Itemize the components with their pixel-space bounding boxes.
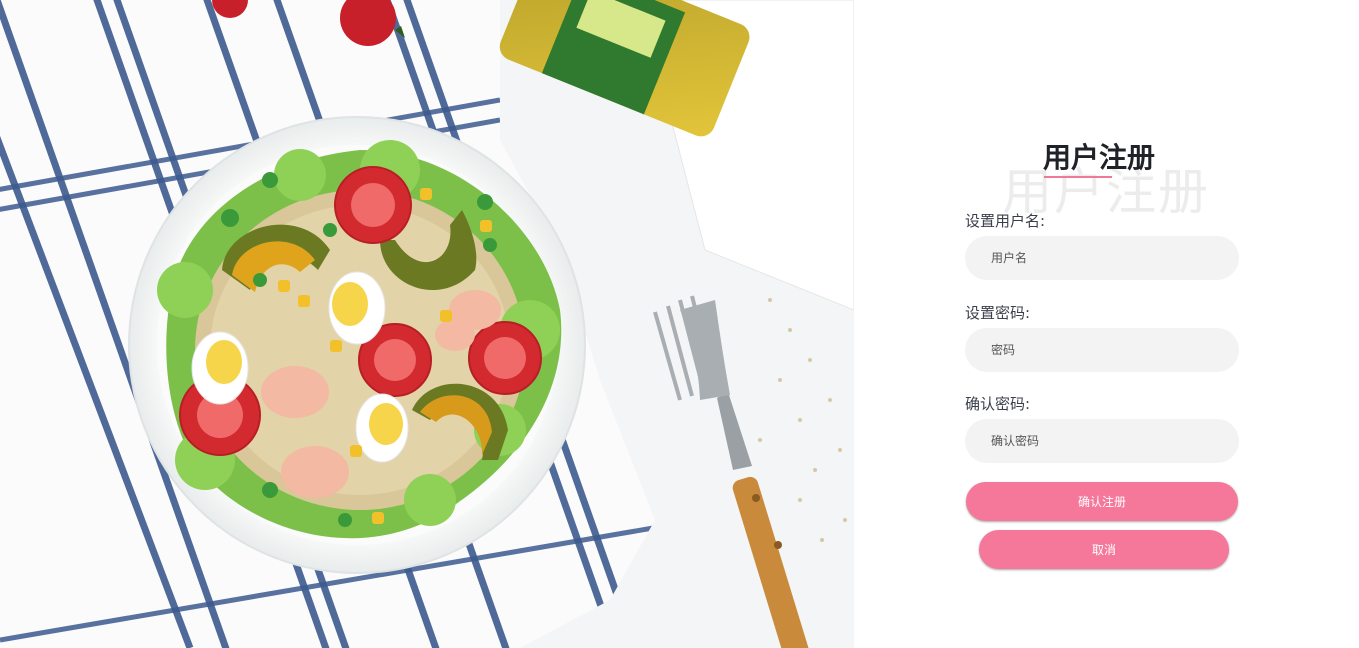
title-block: 用户注册 用户注册 [854, 132, 1359, 221]
page-title: 用户注册 [1043, 141, 1156, 174]
username-input[interactable] [965, 236, 1239, 280]
username-label: 设置用户名: [965, 212, 1046, 230]
title-underline [1044, 176, 1112, 178]
register-panel: 用户注册 用户注册 设置用户名: 设置密码: 确认密码: 确认注册 取消 [854, 0, 1359, 648]
confirm-password-input[interactable] [965, 419, 1239, 463]
salad-illustration [0, 0, 854, 648]
hero-image [0, 0, 854, 648]
confirm-password-label: 确认密码: [965, 395, 1031, 413]
password-input[interactable] [965, 328, 1239, 372]
cancel-button[interactable]: 取消 [979, 530, 1229, 569]
register-page: 用户注册 用户注册 设置用户名: 设置密码: 确认密码: 确认注册 取消 [0, 0, 1359, 648]
password-label: 设置密码: [965, 304, 1031, 322]
salad-plate [128, 116, 586, 574]
confirm-register-button[interactable]: 确认注册 [966, 482, 1238, 521]
